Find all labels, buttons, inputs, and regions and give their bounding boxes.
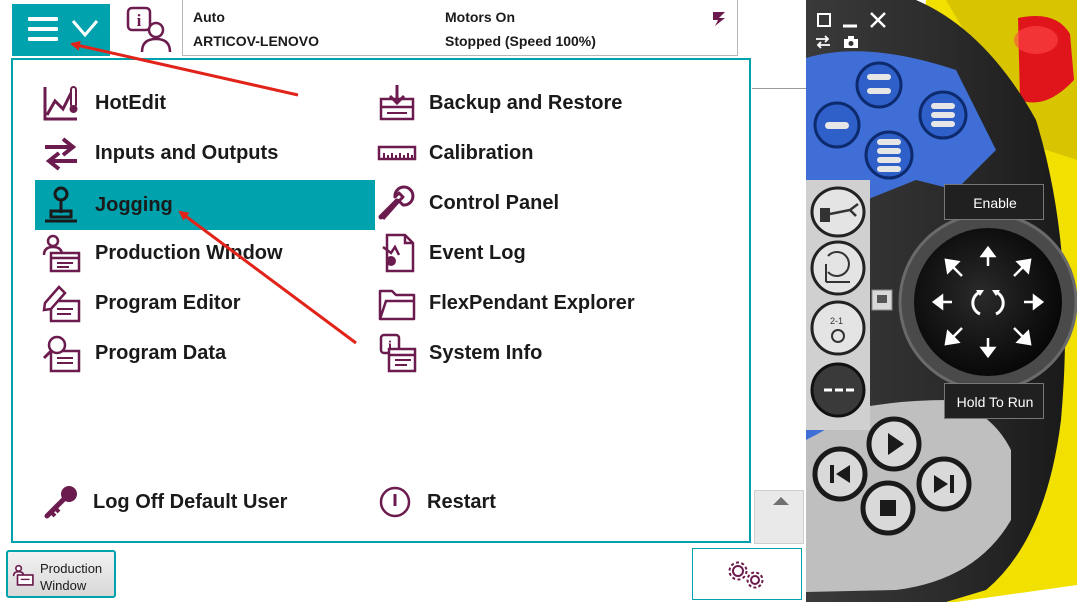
restart-button[interactable]: Restart <box>373 477 743 527</box>
menu-item-program-data[interactable]: Program Data <box>35 328 365 378</box>
gears-icon <box>728 561 764 589</box>
restart-label: Restart <box>427 490 496 513</box>
robot-status-icon <box>713 12 725 26</box>
system-info-icon: i <box>379 333 417 373</box>
chevron-down-icon <box>71 20 99 38</box>
programmable-key-3-button[interactable] <box>916 88 970 142</box>
increment-button[interactable] <box>810 362 866 418</box>
hold-to-run-label: Hold To Run <box>956 394 1034 410</box>
menu-item-label: Program Data <box>95 341 227 364</box>
joystick[interactable] <box>930 244 1046 360</box>
virtual-flexpendant: 2-1 Enable Hold To Run <box>806 0 1077 602</box>
menu-item-system-info[interactable]: i System Info <box>373 328 743 378</box>
background-window-strip <box>752 58 806 548</box>
svg-text:2-1: 2-1 <box>830 316 843 326</box>
step-forward-button[interactable] <box>916 456 972 512</box>
production-window-icon <box>12 564 34 586</box>
quickset-info-icon[interactable]: i <box>124 6 174 54</box>
scroll-up-button[interactable] <box>754 490 804 544</box>
window-close-button[interactable] <box>868 10 888 30</box>
menu-item-label: Calibration <box>429 141 534 164</box>
menu-item-label: HotEdit <box>95 91 167 114</box>
start-button[interactable] <box>866 416 922 472</box>
ruler-icon <box>377 145 417 161</box>
window-restore-button[interactable] <box>814 10 834 30</box>
menu-item-label: Backup and Restore <box>429 91 623 114</box>
menu-item-flexpendant-explorer[interactable]: FlexPendant Explorer <box>373 278 743 328</box>
menu-item-label: FlexPendant Explorer <box>429 291 635 314</box>
usb-port-icon <box>871 289 893 311</box>
program-state: Stopped (Speed 100%) <box>445 33 596 49</box>
menu-item-label: Jogging <box>95 193 173 216</box>
hotedit-icon <box>43 86 78 121</box>
menu-item-event-log[interactable]: Event Log <box>373 228 743 278</box>
motion-mode-button[interactable] <box>810 240 866 296</box>
hamburger-icon <box>28 17 58 41</box>
task-bar: Production Window <box>0 545 806 602</box>
program-editor-icon <box>42 285 81 323</box>
menu-item-label: Program Editor <box>95 291 241 314</box>
menu-item-production-window[interactable]: Production Window <box>35 228 365 278</box>
motors-state: Motors On <box>445 9 515 25</box>
menu-item-label: Event Log <box>429 241 526 264</box>
camera-icon[interactable] <box>842 34 860 50</box>
system-name: ARTICOV-LENOVO <box>193 33 320 49</box>
io-arrows-icon <box>45 137 77 171</box>
log-off-label: Log Off Default User <box>93 490 288 513</box>
main-menu-panel: HotEdit Inputs and Outputs Jogging Produ… <box>11 58 751 543</box>
wrench-icon <box>378 185 415 220</box>
top-bar: i Auto ARTICOV-LENOVO Motors On Stopped … <box>0 0 806 58</box>
main-menu-button[interactable] <box>12 4 110 56</box>
menu-item-label: Production Window <box>95 241 283 264</box>
menu-item-hotedit[interactable]: HotEdit <box>35 78 365 128</box>
program-data-icon <box>42 335 81 373</box>
menu-item-label: System Info <box>429 341 543 364</box>
production-window-icon <box>42 234 81 273</box>
operating-mode: Auto <box>193 9 225 25</box>
folder-icon <box>378 289 416 321</box>
menu-item-control-panel[interactable]: Control Panel <box>373 178 743 228</box>
enable-button[interactable]: Enable <box>944 184 1044 220</box>
flexpendant-screen: i Auto ARTICOV-LENOVO Motors On Stopped … <box>0 0 806 602</box>
enable-label: Enable <box>973 195 1017 211</box>
backup-icon <box>379 85 415 121</box>
scroll-up-arrow-icon <box>773 497 789 505</box>
programmable-key-2-button[interactable] <box>812 100 862 150</box>
hold-to-run-button[interactable]: Hold To Run <box>944 383 1044 419</box>
menu-item-jogging[interactable]: Jogging <box>35 180 375 230</box>
stop-button[interactable] <box>860 480 916 536</box>
menu-item-inputs-and-outputs[interactable]: Inputs and Outputs <box>35 128 365 178</box>
menu-item-label: Inputs and Outputs <box>95 141 279 164</box>
power-icon <box>379 486 411 518</box>
log-off-button[interactable]: Log Off Default User <box>35 477 365 527</box>
menu-item-backup-and-restore[interactable]: Backup and Restore <box>373 78 743 128</box>
status-bar[interactable]: Auto ARTICOV-LENOVO Motors On Stopped (S… <box>182 0 738 56</box>
key-icon <box>44 486 77 519</box>
window-minimize-button[interactable] <box>840 10 860 30</box>
taskbar-production-window-button[interactable]: Production Window <box>6 550 116 598</box>
programmable-key-4-button[interactable] <box>862 128 916 182</box>
svg-text:i: i <box>137 11 142 30</box>
event-log-icon <box>382 233 415 273</box>
menu-item-calibration[interactable]: Calibration <box>373 128 743 178</box>
menu-item-label: Control Panel <box>429 191 560 214</box>
joystick-icon <box>45 186 77 223</box>
quickset-settings-button[interactable] <box>692 548 802 600</box>
taskbar-label-line1: Production <box>40 561 103 576</box>
axis-toggle-button[interactable]: 2-1 <box>810 300 866 356</box>
swap-hand-icon[interactable] <box>814 34 832 50</box>
mechanical-unit-button[interactable] <box>810 186 866 238</box>
taskbar-label-line2: Window <box>40 578 87 593</box>
menu-item-program-editor[interactable]: Program Editor <box>35 278 365 328</box>
